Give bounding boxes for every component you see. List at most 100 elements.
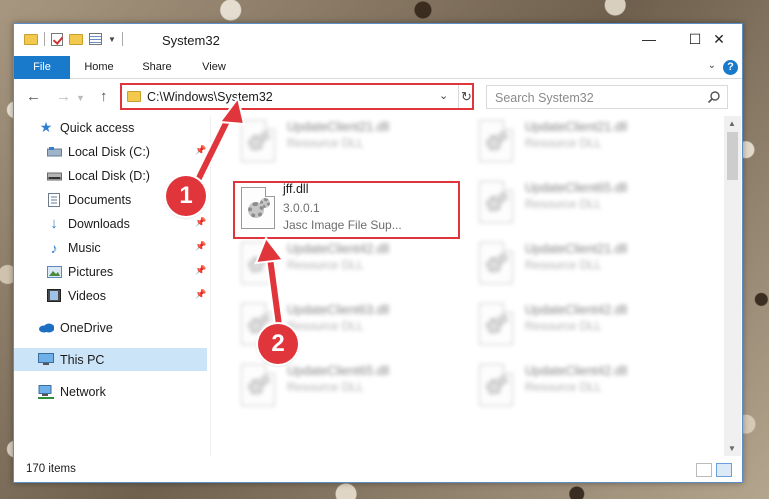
search-icon[interactable] — [707, 90, 721, 104]
sidebar-item-label: Videos — [68, 288, 106, 303]
refresh-button[interactable]: ↻ — [458, 85, 474, 109]
file-item[interactable]: UpdateClient42.dll Resource DLL — [467, 362, 687, 418]
file-name: UpdateClient21.dll — [525, 242, 628, 256]
step-2-badge: 2 — [258, 324, 298, 364]
maximize-button[interactable]: ☐ — [672, 24, 718, 54]
help-icon[interactable]: ? — [723, 60, 738, 75]
address-dropdown-chevron-icon[interactable]: ⌄ — [439, 89, 448, 102]
sidebar-item-label: Pictures — [68, 264, 114, 279]
scroll-up-chevron-icon[interactable]: ▲ — [728, 119, 736, 128]
file-description: Resource DLL — [525, 136, 602, 150]
sidebar-item-label: Downloads — [68, 216, 130, 231]
dll-file-icon — [479, 181, 513, 223]
sidebar-item-onedrive[interactable]: OneDrive — [14, 316, 207, 339]
sidebar-item-music[interactable]: ♪ Music 📌 — [14, 236, 207, 259]
file-item[interactable]: UpdateClient21.dll Resource DLL — [467, 118, 687, 174]
sidebar-item-label: Music — [68, 240, 101, 255]
pin-icon[interactable]: 📌 — [195, 289, 206, 300]
file-name: UpdateClient42.dll — [287, 242, 390, 256]
file-name: UpdateClient65.dll — [287, 364, 390, 378]
file-name: UpdateClient21.dll — [287, 120, 390, 134]
address-path[interactable]: C:\Windows\System32 — [147, 90, 273, 104]
tab-share[interactable]: Share — [132, 56, 182, 79]
properties-icon[interactable] — [89, 33, 102, 45]
ribbon: File Home Share View ⌄ ? — [14, 56, 742, 79]
pin-icon[interactable]: 📌 — [195, 241, 206, 252]
file-description: Resource DLL — [287, 380, 364, 394]
up-button[interactable]: ↑ — [100, 88, 108, 105]
recent-locations-chevron-icon[interactable]: ▼ — [76, 93, 85, 103]
sidebar-item-quick-access[interactable]: ★ Quick access — [14, 116, 207, 139]
file-item[interactable]: UpdateClient42.dll Resource DLL — [229, 240, 449, 296]
documents-icon — [46, 192, 62, 207]
large-icons-view-icon[interactable] — [716, 463, 732, 477]
pin-icon[interactable]: 📌 — [195, 217, 206, 228]
sidebar-item-label: Quick access — [60, 120, 135, 135]
sidebar-item-videos[interactable]: Videos 📌 — [14, 284, 207, 307]
file-description: Resource DLL — [287, 319, 364, 333]
sidebar-item-label: Local Disk (D:) — [68, 168, 150, 183]
search-placeholder: Search System32 — [495, 91, 594, 105]
dll-file-icon — [479, 242, 513, 284]
scrollbar-thumb[interactable] — [727, 132, 738, 180]
sidebar-item-this-pc[interactable]: This PC — [14, 348, 207, 371]
file-description: Resource DLL — [287, 136, 364, 150]
file-item-jff-dll[interactable]: jff.dll 3.0.0.1 Jasc Image File Sup... — [237, 181, 457, 237]
pictures-icon — [46, 265, 62, 279]
details-view-icon[interactable] — [696, 463, 712, 477]
file-name: UpdateClient42.dll — [525, 303, 628, 317]
file-version: 3.0.0.1 — [283, 201, 320, 215]
pin-icon[interactable]: 📌 — [195, 265, 206, 276]
vertical-scrollbar[interactable]: ▲ ▼ — [724, 116, 741, 456]
customize-toolbar-chevron-icon[interactable]: ▼ — [108, 35, 116, 44]
file-name: UpdateClient63.dll — [287, 303, 390, 317]
forward-button[interactable]: → — [56, 88, 71, 105]
file-description: Resource DLL — [525, 319, 602, 333]
properties-check-icon[interactable] — [51, 32, 63, 46]
pin-icon[interactable]: 📌 — [195, 145, 206, 156]
network-icon — [38, 384, 54, 399]
address-bar[interactable]: C:\Windows\System32 ⌄ ↻ — [120, 84, 474, 110]
sidebar-item-label: OneDrive — [60, 320, 113, 335]
computer-icon — [38, 353, 54, 367]
file-item[interactable]: UpdateClient65.dll Resource DLL — [229, 362, 449, 418]
file-item[interactable]: UpdateClient42.dll Resource DLL — [467, 301, 687, 357]
sidebar-item-local-disk-c[interactable]: Local Disk (C:) 📌 — [14, 140, 207, 163]
file-description: Resource DLL — [525, 197, 602, 211]
dll-file-icon — [479, 303, 513, 345]
file-name: UpdateClient21.dll — [525, 120, 628, 134]
file-item[interactable]: UpdateClient21.dll Resource DLL — [467, 240, 687, 296]
sidebar-item-label: Network — [60, 384, 106, 399]
sidebar-item-label: This PC — [60, 352, 105, 367]
minimize-button[interactable]: — — [626, 24, 672, 54]
toolbar-divider — [121, 32, 123, 46]
file-item[interactable]: UpdateClient21.dll Resource DLL — [229, 118, 449, 174]
title-bar: ▼ System32 — ✕ ☐ — [14, 24, 742, 56]
tab-view[interactable]: View — [189, 56, 239, 79]
star-icon: ★ — [39, 119, 53, 135]
expand-ribbon-chevron-icon[interactable]: ⌄ — [708, 60, 716, 71]
file-item[interactable]: UpdateClient65.dll Resource DLL — [467, 179, 687, 235]
window-title: System32 — [162, 33, 220, 48]
new-folder-icon[interactable] — [69, 33, 83, 45]
drive-icon — [46, 145, 62, 159]
back-button[interactable]: ← — [26, 88, 41, 105]
tab-file[interactable]: File — [14, 56, 70, 79]
tab-home[interactable]: Home — [74, 56, 124, 79]
dll-file-icon — [241, 242, 275, 284]
file-name: jff.dll — [283, 182, 309, 196]
drive-icon — [46, 169, 62, 183]
folder-icon[interactable] — [24, 33, 38, 45]
file-explorer-window: ▼ System32 — ✕ ☐ File Home Share View ⌄ … — [13, 23, 743, 483]
sidebar-item-downloads[interactable]: ↓ Downloads 📌 — [14, 212, 207, 235]
sidebar-item-network[interactable]: Network — [14, 380, 207, 403]
item-count: 170 items — [26, 463, 76, 475]
dll-file-icon — [241, 187, 275, 229]
file-list: UpdateClient21.dll Resource DLL jff.dll … — [219, 116, 724, 456]
sidebar-item-pictures[interactable]: Pictures 📌 — [14, 260, 207, 283]
search-input[interactable]: Search System32 — [486, 85, 728, 109]
scroll-down-chevron-icon[interactable]: ▼ — [728, 444, 736, 453]
dll-file-icon — [479, 120, 513, 162]
file-description: Jasc Image File Sup... — [283, 218, 402, 232]
pane-divider — [210, 116, 211, 456]
